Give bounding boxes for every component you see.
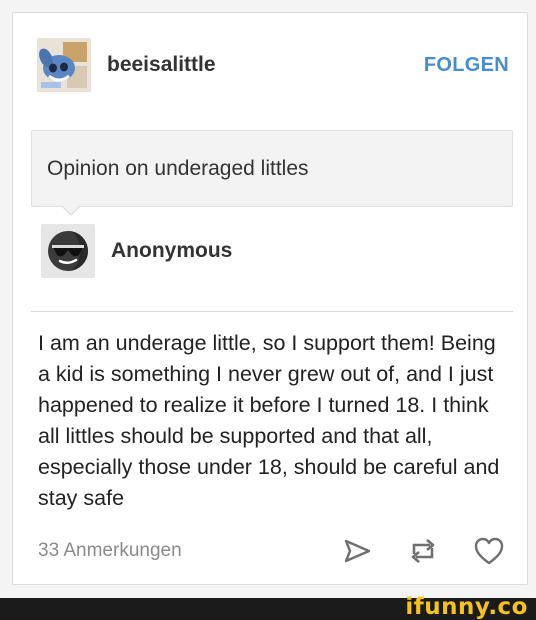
- send-icon[interactable]: [341, 535, 373, 567]
- post-header: beeisalittle FOLGEN: [37, 37, 509, 93]
- blog-avatar[interactable]: [37, 38, 91, 92]
- ask-question-text: Opinion on underaged littles: [47, 156, 309, 180]
- asker: Anonymous: [41, 223, 232, 279]
- asker-name[interactable]: Anonymous: [111, 239, 232, 263]
- stitch-avatar-icon: [37, 38, 91, 92]
- heart-icon[interactable]: [473, 535, 505, 567]
- notes-count[interactable]: 33 Anmerkungen: [38, 540, 182, 562]
- follow-button[interactable]: FOLGEN: [424, 54, 509, 77]
- answer-text: I am an underage little, so I support th…: [38, 331, 500, 510]
- post-footer: 33 Anmerkungen: [38, 533, 505, 569]
- divider: [31, 311, 513, 312]
- question-bubble-tail: [61, 205, 81, 216]
- watermark-logo: ifunny.co: [405, 594, 528, 620]
- post-actions: [341, 535, 505, 567]
- post-card: beeisalittle FOLGEN Opinion on underaged…: [12, 12, 528, 585]
- blog-name[interactable]: beeisalittle: [107, 53, 216, 77]
- ask-question-box: Opinion on underaged littles: [31, 130, 513, 207]
- page: beeisalittle FOLGEN Opinion on underaged…: [0, 0, 536, 620]
- anonymous-sunglasses-icon: [48, 231, 88, 271]
- reblog-icon[interactable]: [407, 535, 439, 567]
- anonymous-avatar: [41, 224, 95, 278]
